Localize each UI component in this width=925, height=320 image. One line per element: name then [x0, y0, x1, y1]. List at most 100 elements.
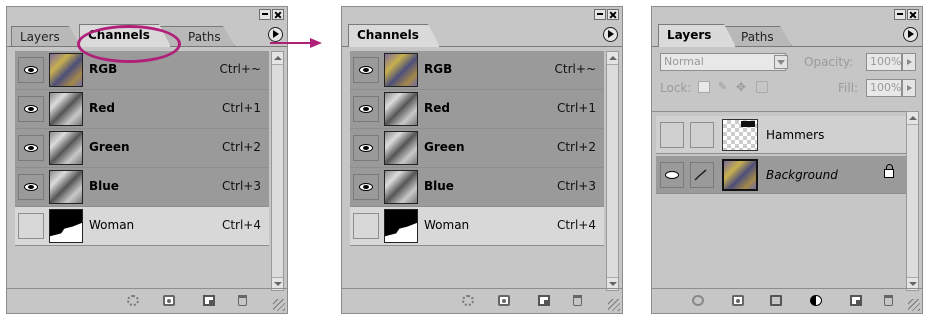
close-button[interactable]	[272, 9, 284, 20]
resize-grip[interactable]	[273, 299, 285, 311]
minimize-button[interactable]	[894, 9, 906, 20]
layer-name: Hammers	[766, 128, 825, 142]
trash-icon[interactable]	[884, 295, 893, 306]
resize-grip[interactable]	[908, 299, 920, 311]
opacity-field[interactable]: 100%	[866, 53, 902, 71]
chevron-down-icon[interactable]	[774, 55, 788, 69]
channel-row-blue[interactable]: Blue Ctrl+3	[350, 168, 604, 207]
channel-thumbnail	[384, 170, 418, 204]
lock-transparency-icon[interactable]	[698, 81, 710, 93]
save-selection-icon[interactable]	[498, 295, 510, 306]
channel-thumbnail	[49, 53, 83, 87]
channel-row-green[interactable]: Green Ctrl+2	[350, 129, 604, 168]
new-channel-icon[interactable]	[203, 295, 215, 306]
fill-label: Fill:	[838, 81, 859, 95]
blend-mode-select[interactable]: Normal	[660, 53, 786, 71]
add-mask-icon[interactable]	[732, 295, 744, 306]
channel-row-woman[interactable]: Woman Ctrl+4	[15, 207, 269, 246]
channel-name: RGB	[424, 62, 453, 76]
opacity-slider-button[interactable]	[902, 53, 916, 71]
minimize-button[interactable]	[594, 9, 606, 20]
visibility-toggle[interactable]	[18, 135, 44, 161]
lock-all-icon[interactable]	[756, 81, 768, 93]
visibility-toggle[interactable]	[660, 122, 684, 148]
scroll-up-icon[interactable]	[907, 112, 918, 125]
layer-row-background[interactable]: Background	[656, 156, 906, 194]
link-toggle[interactable]	[690, 122, 714, 148]
channel-thumbnail	[49, 92, 83, 126]
visibility-toggle[interactable]	[660, 162, 684, 188]
close-button[interactable]	[607, 9, 619, 20]
new-channel-icon[interactable]	[538, 295, 550, 306]
lock-position-icon[interactable]: ✥	[736, 81, 748, 93]
panel-tab-bar: Paths Layers	[652, 22, 922, 47]
layer-style-icon[interactable]	[692, 295, 704, 306]
visibility-toggle[interactable]	[353, 135, 379, 161]
scrollbar[interactable]	[606, 51, 619, 291]
load-selection-icon[interactable]	[127, 295, 139, 306]
arrow-icon	[270, 38, 322, 48]
channel-row-rgb[interactable]: RGB Ctrl+~	[350, 51, 604, 90]
channel-shortcut: Ctrl+3	[221, 179, 261, 193]
panel-menu-icon[interactable]	[903, 27, 918, 42]
new-layer-icon[interactable]	[850, 295, 862, 306]
channel-row-red[interactable]: Red Ctrl+1	[350, 90, 604, 129]
scroll-up-icon[interactable]	[607, 52, 618, 65]
channel-name: Woman	[89, 218, 135, 232]
channel-row-red[interactable]: Red Ctrl+1	[15, 90, 269, 129]
channel-row-woman[interactable]: Woman Ctrl+4	[350, 207, 604, 246]
tab-channels[interactable]: Channels	[348, 24, 440, 47]
visibility-toggle[interactable]	[18, 96, 44, 122]
channel-name: Green	[89, 140, 130, 154]
fill-slider-button[interactable]	[902, 79, 916, 97]
layer-row-hammers[interactable]: Hammers	[656, 116, 906, 154]
visibility-toggle[interactable]	[18, 57, 44, 83]
eye-icon	[24, 183, 38, 191]
channel-row-blue[interactable]: Blue Ctrl+3	[15, 168, 269, 207]
adjustment-layer-icon[interactable]	[810, 295, 822, 306]
lock-label: Lock:	[660, 81, 692, 95]
channel-list: RGB Ctrl+~ Red Ctrl+1 Green Ctrl+2 Blue …	[350, 51, 604, 246]
tab-layers[interactable]: Layers	[11, 26, 81, 46]
window-controls	[894, 9, 919, 20]
channel-row-green[interactable]: Green Ctrl+2	[15, 129, 269, 168]
visibility-toggle[interactable]	[353, 57, 379, 83]
trash-icon[interactable]	[238, 295, 247, 306]
trash-icon[interactable]	[573, 295, 582, 306]
visibility-toggle[interactable]	[18, 213, 44, 239]
load-selection-icon[interactable]	[462, 295, 474, 306]
scrollbar[interactable]	[906, 111, 919, 291]
visibility-toggle[interactable]	[353, 96, 379, 122]
scroll-up-icon[interactable]	[272, 52, 283, 65]
visibility-toggle[interactable]	[353, 213, 379, 239]
channel-shortcut: Ctrl+4	[221, 218, 261, 232]
brush-toggle[interactable]	[690, 162, 714, 188]
eye-icon	[359, 105, 373, 113]
eye-icon	[24, 105, 38, 113]
channel-list: RGB Ctrl+~ Red Ctrl+1 Green Ctrl+2 Blue …	[15, 51, 269, 246]
scrollbar[interactable]	[271, 51, 284, 291]
channel-shortcut: Ctrl+~	[219, 62, 261, 76]
visibility-toggle[interactable]	[18, 174, 44, 200]
channel-thumbnail	[49, 170, 83, 204]
window-controls	[259, 9, 284, 20]
save-selection-icon[interactable]	[163, 295, 175, 306]
lock-image-icon[interactable]: ✎	[718, 81, 730, 93]
visibility-toggle[interactable]	[353, 174, 379, 200]
channel-name: RGB	[89, 62, 118, 76]
fill-field[interactable]: 100%	[866, 79, 902, 97]
minimize-button[interactable]	[259, 9, 271, 20]
padlock-icon	[884, 164, 894, 178]
close-button[interactable]	[907, 9, 919, 20]
tab-layers[interactable]: Layers	[658, 24, 736, 47]
resize-grip[interactable]	[608, 299, 620, 311]
panel-footer	[342, 288, 622, 313]
channel-shortcut: Ctrl+3	[556, 179, 596, 193]
channel-thumbnail	[384, 209, 418, 243]
panel-menu-icon[interactable]	[603, 27, 618, 42]
channel-shortcut: Ctrl+2	[556, 140, 596, 154]
new-folder-icon[interactable]	[770, 295, 782, 306]
eye-icon	[359, 144, 373, 152]
layers-panel: Paths Layers Normal Opacity: 100% Lock: …	[651, 6, 923, 314]
brush-icon	[694, 169, 707, 181]
